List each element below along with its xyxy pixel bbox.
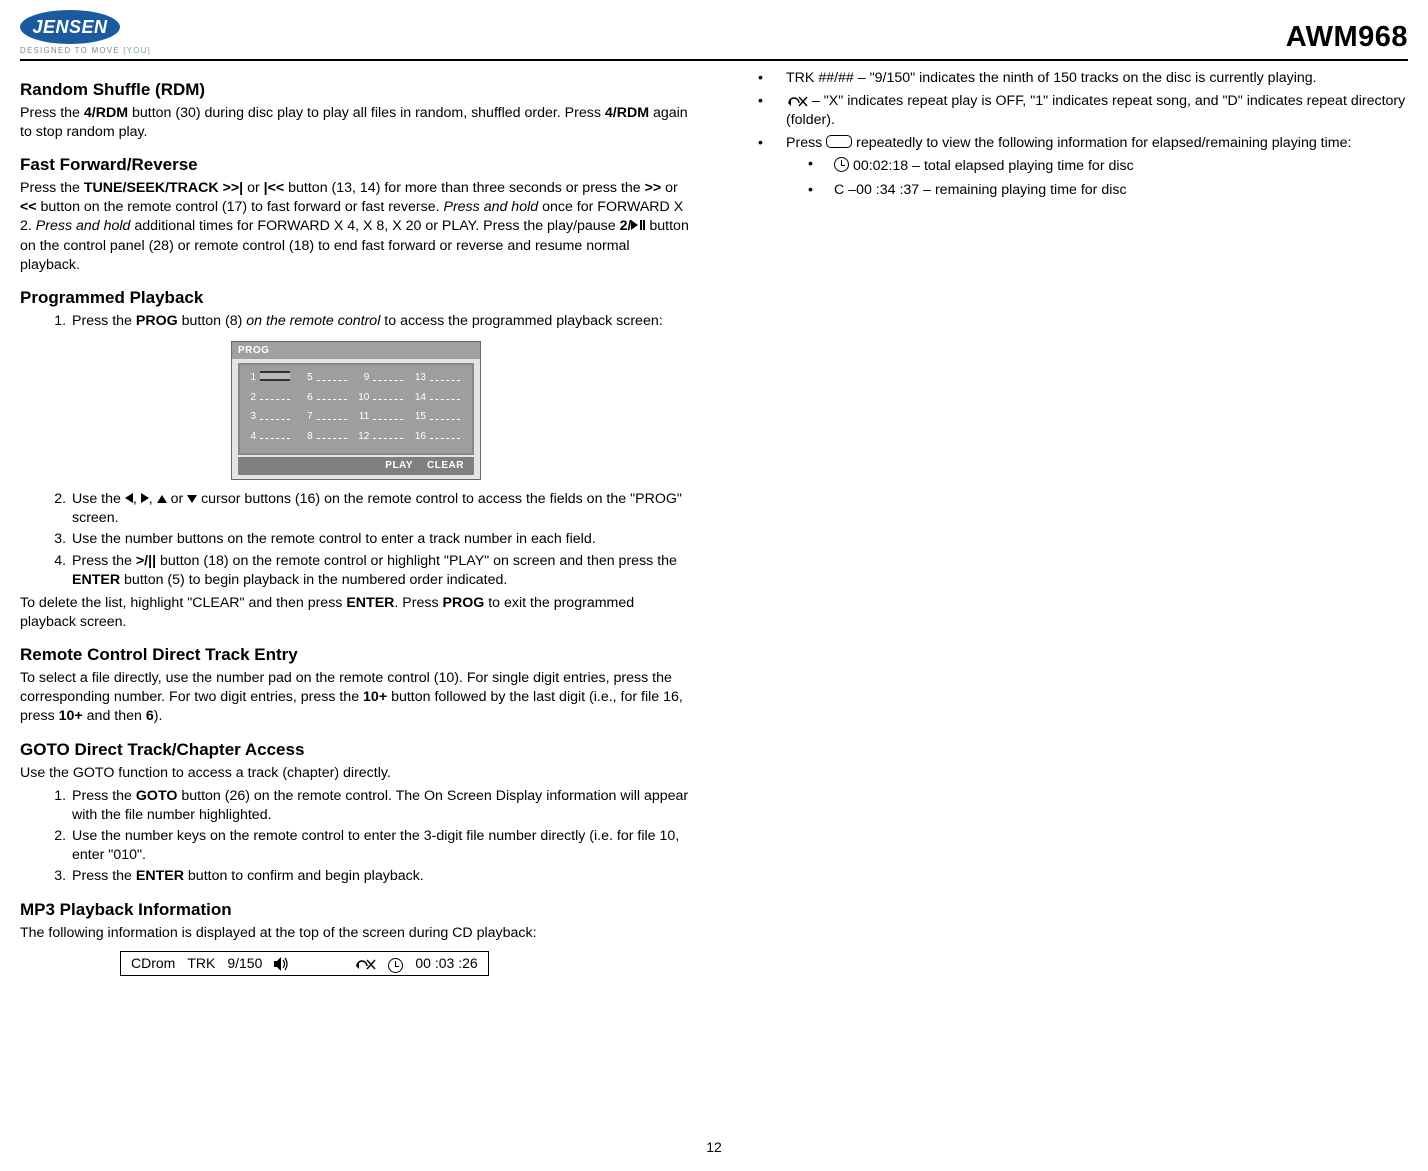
- right-column: TRK ##/## – "9/150" indicates the ninth …: [736, 67, 1408, 976]
- clock-icon: [388, 958, 403, 973]
- goto-step-3: Press the ENTER button to confirm and be…: [70, 867, 692, 886]
- goto-steps: Press the GOTO button (26) on the remote…: [20, 787, 692, 887]
- sub-bullet-remaining: C –00 :34 :37 – remaining playing time f…: [786, 181, 1408, 200]
- model-number: AWM968: [1286, 18, 1408, 57]
- sub-bullet-elapsed: 00:02:18 – total elapsed playing time fo…: [786, 155, 1408, 176]
- goto-intro: Use the GOTO function to access a track …: [20, 764, 692, 783]
- prog-slot: [260, 371, 290, 381]
- heading-rdm: Random Shuffle (RDM): [20, 79, 692, 102]
- play-pause-icon: [631, 220, 645, 230]
- down-arrow-icon: [187, 495, 197, 503]
- rdm-text: Press the 4/RDM button (30) during disc …: [20, 104, 692, 142]
- clock-icon: [834, 157, 849, 172]
- prog-step-2: Use the , , or cursor buttons (16) on th…: [70, 490, 692, 528]
- heading-ff: Fast Forward/Reverse: [20, 154, 692, 177]
- ff-text: Press the TUNE/SEEK/TRACK >>| or |<< but…: [20, 179, 692, 275]
- heading-prog: Programmed Playback: [20, 287, 692, 310]
- prog-step-3: Use the number buttons on the remote con…: [70, 530, 692, 549]
- infobar-trk-value: 9/150: [227, 954, 262, 973]
- infobar-trk-label: TRK: [187, 954, 215, 973]
- repeat-off-icon: [354, 954, 376, 973]
- mp3-intro: The following information is displayed a…: [20, 924, 692, 943]
- goto-step-1: Press the GOTO button (26) on the remote…: [70, 787, 692, 825]
- prog-screen-grid: 1 5 9 13 2 6 10 14 3 7: [238, 363, 474, 455]
- infobar-time: 00 :03 :26: [415, 954, 477, 973]
- heading-mp3: MP3 Playback Information: [20, 899, 692, 922]
- bullet-press: Press repeatedly to view the following i…: [736, 134, 1408, 200]
- brand-tagline: DESIGNED TO MOVE [YOU]: [20, 46, 151, 57]
- bullet-repeat: – "X" indicates repeat play is OFF, "1" …: [736, 92, 1408, 130]
- left-arrow-icon: [125, 493, 133, 503]
- button-outline-icon: [826, 135, 852, 148]
- heading-direct: Remote Control Direct Track Entry: [20, 644, 692, 667]
- right-arrow-icon: [141, 493, 149, 503]
- playback-info-bar: CDrom TRK 9/150 00 :03 :26: [120, 951, 489, 976]
- direct-text: To select a file directly, use the numbe…: [20, 669, 692, 727]
- page-number: 12: [0, 1138, 1428, 1157]
- brand-name: JENSEN: [20, 10, 120, 44]
- bullet-trk: TRK ##/## – "9/150" indicates the ninth …: [736, 69, 1408, 88]
- goto-step-2: Use the number keys on the remote contro…: [70, 827, 692, 865]
- mp3-info-bullets: TRK ##/## – "9/150" indicates the ninth …: [736, 69, 1408, 200]
- prog-step-1: Press the PROG button (8) on the remote …: [70, 312, 692, 331]
- prog-screen: PROG 1 5 9 13 2 6 10 14: [231, 341, 481, 480]
- prog-steps: Press the PROG button (8) on the remote …: [20, 312, 692, 331]
- up-arrow-icon: [157, 495, 167, 503]
- page-header: JENSEN DESIGNED TO MOVE [YOU] AWM968: [20, 10, 1408, 61]
- brand-logo: JENSEN DESIGNED TO MOVE [YOU]: [20, 10, 151, 57]
- prog-screen-title: PROG: [232, 342, 480, 360]
- prog-step-4: Press the >/|| button (18) on the remote…: [70, 552, 692, 590]
- prog-screen-clear: CLEAR: [427, 459, 464, 473]
- infobar-disc: CDrom: [131, 954, 175, 973]
- repeat-off-icon: [786, 93, 808, 109]
- prog-screen-play: PLAY: [385, 459, 413, 473]
- prog-steps-cont: Use the , , or cursor buttons (16) on th…: [20, 490, 692, 590]
- heading-goto: GOTO Direct Track/Chapter Access: [20, 739, 692, 762]
- prog-delete-text: To delete the list, highlight "CLEAR" an…: [20, 594, 692, 632]
- left-column: Random Shuffle (RDM) Press the 4/RDM but…: [20, 67, 692, 976]
- speaker-icon: [274, 954, 290, 973]
